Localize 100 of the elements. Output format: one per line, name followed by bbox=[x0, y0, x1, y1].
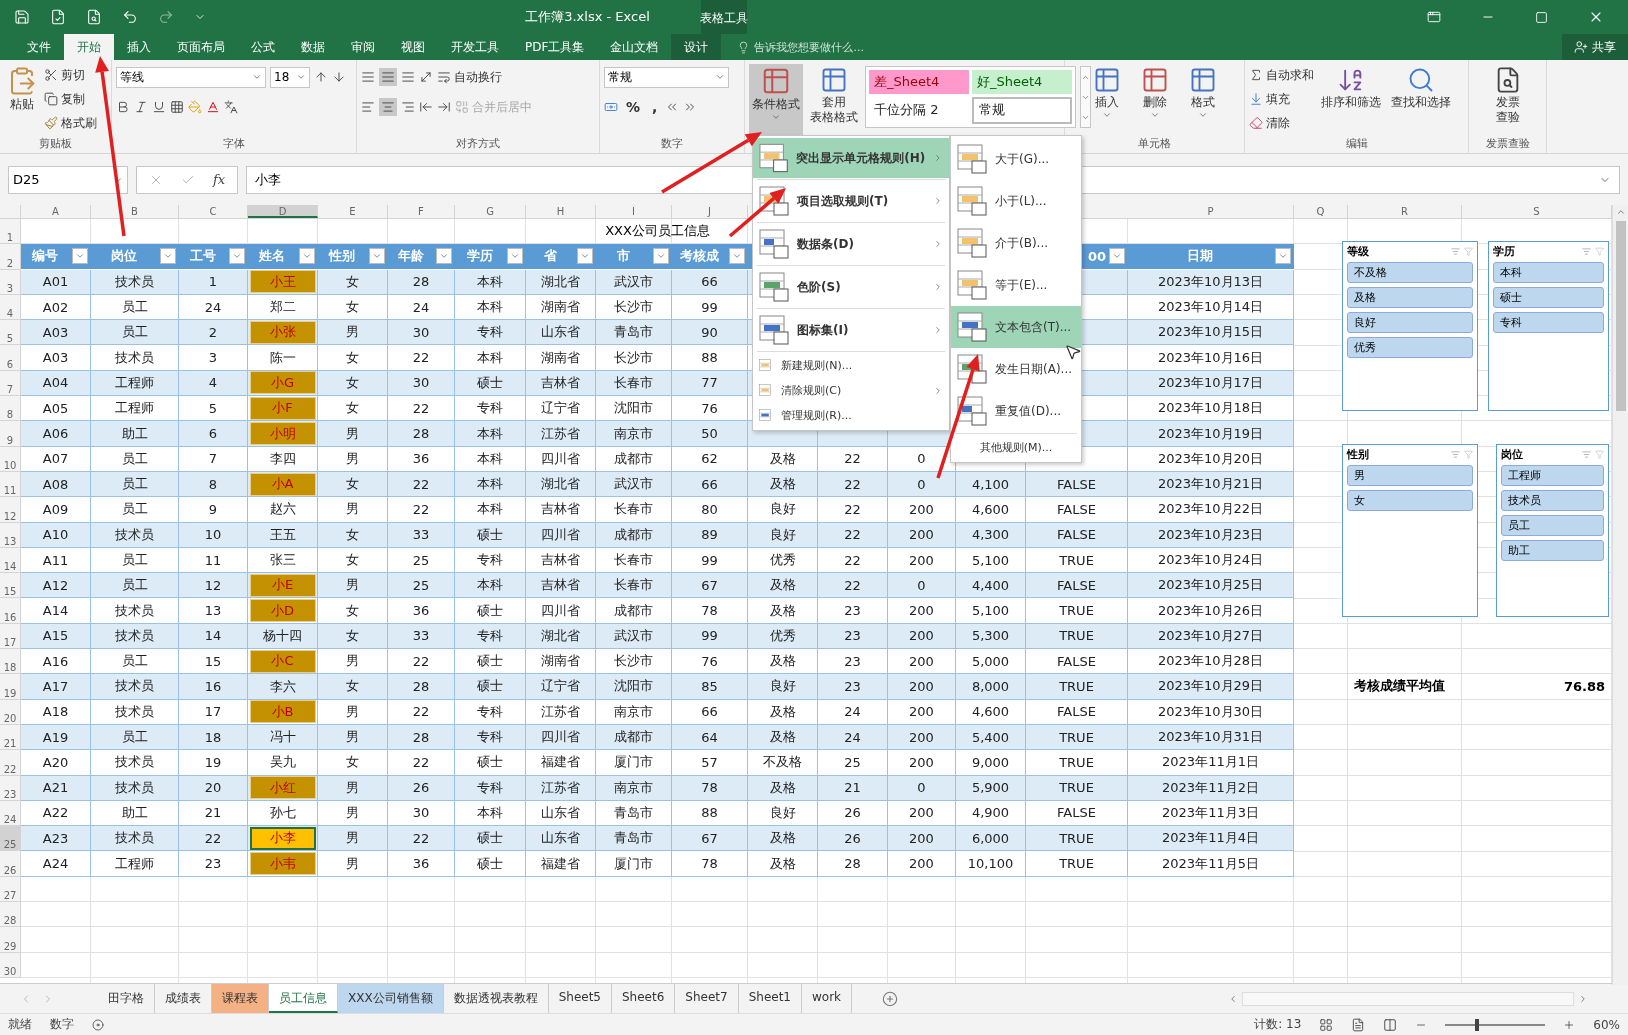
row-number[interactable]: 29 bbox=[0, 927, 21, 953]
share-button[interactable]: 共享 bbox=[1562, 34, 1628, 60]
table-cell[interactable]: 张三 bbox=[249, 548, 316, 572]
slicer-item[interactable]: 硕士 bbox=[1493, 287, 1604, 308]
ribbon-tab[interactable]: 开发工具 bbox=[438, 34, 512, 60]
row-number[interactable]: 9 bbox=[0, 421, 21, 447]
table-cell[interactable]: 陈一 bbox=[249, 346, 316, 370]
paste-button[interactable]: 粘贴 bbox=[4, 64, 40, 136]
fill-button[interactable]: 填充 bbox=[1249, 88, 1314, 110]
slicer-item[interactable]: 工程师 bbox=[1501, 465, 1604, 486]
column-header[interactable]: Q bbox=[1294, 205, 1348, 218]
column-header[interactable]: A bbox=[21, 205, 91, 218]
ribbon-tab[interactable]: 视图 bbox=[388, 34, 438, 60]
filter-dropdown-button[interactable] bbox=[577, 248, 593, 265]
column-header[interactable]: R bbox=[1348, 205, 1462, 218]
column-header[interactable]: J bbox=[672, 205, 748, 218]
row-number[interactable]: 28 bbox=[0, 902, 21, 928]
row-number[interactable]: 23 bbox=[0, 775, 21, 801]
row-number[interactable]: 22 bbox=[0, 750, 21, 776]
table-cell[interactable]: 李四 bbox=[249, 447, 316, 471]
row-number[interactable]: 13 bbox=[0, 522, 21, 548]
format-painter-button[interactable]: 格式刷 bbox=[44, 112, 97, 134]
slicer-item[interactable]: 女 bbox=[1347, 490, 1473, 511]
table-format-button[interactable]: 套用 表格格式 bbox=[807, 64, 861, 136]
column-header[interactable]: G bbox=[455, 205, 526, 218]
row-number[interactable]: 4 bbox=[0, 294, 21, 321]
cells-button[interactable]: 插入 bbox=[1089, 64, 1124, 136]
row-number[interactable]: 15 bbox=[0, 573, 21, 599]
ribbon-tab[interactable]: 金山文档 bbox=[597, 34, 672, 60]
copy-button[interactable]: 复制 bbox=[44, 88, 97, 110]
name-box[interactable]: D25 bbox=[8, 165, 128, 194]
cell-style[interactable]: 差_Sheet4 bbox=[869, 70, 969, 94]
menu-item[interactable]: 重复值(D)... bbox=[951, 390, 1081, 432]
menu-item[interactable]: 文本包含(T)... bbox=[951, 306, 1081, 348]
sort-filter-button[interactable]: 排序和筛选 bbox=[1318, 64, 1384, 136]
row-number[interactable]: 8 bbox=[0, 396, 21, 422]
slicer-item[interactable]: 良好 bbox=[1347, 312, 1473, 333]
ribbon-tab[interactable]: 审阅 bbox=[338, 34, 388, 60]
comma-button[interactable]: , bbox=[648, 99, 662, 115]
slicer-item[interactable]: 员工 bbox=[1501, 515, 1604, 536]
table-cell[interactable]: 杨十四 bbox=[249, 624, 316, 648]
sheet-tab[interactable]: XXX公司销售额 bbox=[338, 984, 444, 1013]
row-number[interactable]: 21 bbox=[0, 724, 21, 751]
filter-dropdown-button[interactable] bbox=[729, 248, 745, 265]
row-number[interactable]: 19 bbox=[0, 674, 21, 700]
row-number[interactable]: 26 bbox=[0, 851, 21, 877]
table-cell[interactable]: 孙七 bbox=[249, 801, 316, 825]
ribbon-tab[interactable]: 插入 bbox=[114, 34, 164, 60]
row-number[interactable]: 7 bbox=[0, 370, 21, 397]
cut-button[interactable]: 剪切 bbox=[44, 64, 97, 86]
ribbon-tab[interactable]: 公式 bbox=[238, 34, 288, 60]
ribbon-tab[interactable]: 设计 bbox=[671, 34, 722, 60]
row-number[interactable]: 1 bbox=[0, 219, 21, 245]
row-number[interactable]: 11 bbox=[0, 471, 21, 498]
table-cell[interactable]: 李六 bbox=[249, 675, 316, 698]
ribbon-tab[interactable]: 文件 bbox=[14, 34, 64, 60]
tell-me-field[interactable]: 告诉我您想要做什么... bbox=[754, 39, 864, 55]
ribbon-tab[interactable]: 开始 bbox=[64, 34, 114, 60]
row-number[interactable]: 16 bbox=[0, 598, 21, 624]
filter-dropdown-button[interactable] bbox=[1109, 248, 1125, 265]
cells-button[interactable]: 格式 bbox=[1185, 64, 1220, 136]
slicer-item[interactable]: 本科 bbox=[1493, 262, 1604, 283]
menu-item[interactable]: 图标集(I) bbox=[753, 310, 949, 350]
number-format-field[interactable]: 常规 bbox=[604, 66, 729, 88]
menu-item[interactable]: 色阶(S) bbox=[753, 267, 949, 307]
column-header[interactable]: I bbox=[596, 205, 672, 218]
row-number[interactable]: 5 bbox=[0, 320, 21, 346]
row-number[interactable]: 6 bbox=[0, 345, 21, 371]
column-header[interactable]: F bbox=[388, 205, 455, 218]
table-cell[interactable]: 郑二 bbox=[249, 295, 316, 319]
menu-item[interactable]: 突出显示单元格规则(H) bbox=[753, 138, 949, 178]
ribbon-tab[interactable]: 数据 bbox=[288, 34, 338, 60]
menu-item[interactable]: 数据条(D) bbox=[753, 224, 949, 264]
row-number[interactable]: 30 bbox=[0, 952, 21, 978]
filter-dropdown-button[interactable] bbox=[369, 248, 385, 265]
row-number[interactable]: 24 bbox=[0, 800, 21, 827]
filter-dropdown-button[interactable] bbox=[436, 248, 452, 265]
row-number[interactable]: 2 bbox=[0, 244, 21, 270]
zoom-thumb[interactable] bbox=[1475, 1018, 1480, 1031]
horizontal-scrollbar[interactable] bbox=[1242, 991, 1574, 1006]
slicer-item[interactable]: 优秀 bbox=[1347, 337, 1473, 358]
slicer-item[interactable]: 不及格 bbox=[1347, 262, 1473, 283]
clear-button[interactable]: 清除 bbox=[1249, 112, 1314, 134]
row-number[interactable]: 18 bbox=[0, 649, 21, 675]
font-name-field[interactable]: 等线 bbox=[116, 66, 266, 88]
sheet-tab[interactable]: 员工信息 bbox=[269, 984, 338, 1013]
menu-item[interactable]: 等于(E)... bbox=[951, 264, 1081, 306]
slicer-item[interactable]: 技术员 bbox=[1501, 490, 1604, 511]
conditional-format-button[interactable]: 条件格式 bbox=[749, 64, 803, 136]
table-cell[interactable]: 吴九 bbox=[249, 750, 316, 774]
invoice-check-button[interactable]: 发票 查验 bbox=[1490, 64, 1525, 136]
ribbon-tab[interactable]: 页面布局 bbox=[164, 34, 238, 60]
row-number[interactable]: 27 bbox=[0, 876, 21, 902]
table-cell[interactable]: 冯十 bbox=[249, 725, 316, 749]
column-header[interactable]: E bbox=[318, 205, 388, 218]
autosum-button[interactable]: 自动求和 bbox=[1249, 64, 1314, 86]
column-header[interactable]: P bbox=[1128, 205, 1294, 218]
wrap-text-button[interactable]: 自动换行 bbox=[437, 66, 502, 88]
table-cell[interactable]: 王五 bbox=[249, 523, 316, 547]
filter-dropdown-button[interactable] bbox=[653, 248, 669, 265]
